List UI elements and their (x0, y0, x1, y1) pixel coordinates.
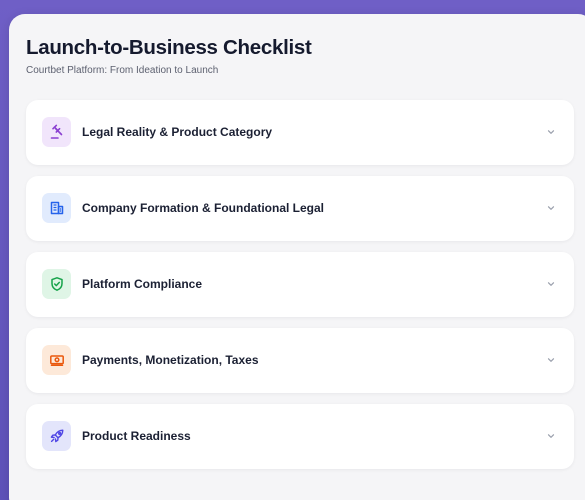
money-icon (42, 345, 71, 375)
building-icon (42, 193, 71, 223)
section-label: Platform Compliance (82, 277, 203, 291)
checklist-card: Launch-to-Business Checklist Courtbet Pl… (9, 14, 585, 500)
section-label: Payments, Monetization, Taxes (82, 353, 259, 367)
shield-check-icon (42, 269, 71, 299)
gavel-icon (42, 117, 71, 147)
section-platform-compliance[interactable]: Platform Compliance (26, 252, 574, 317)
rocket-icon (42, 421, 71, 451)
chevron-down-icon[interactable] (546, 279, 556, 289)
section-label: Legal Reality & Product Category (82, 125, 273, 139)
page-title: Launch-to-Business Checklist (26, 36, 312, 59)
chevron-down-icon[interactable] (546, 203, 556, 213)
page-subtitle: Courtbet Platform: From Ideation to Laun… (26, 65, 219, 76)
chevron-down-icon[interactable] (546, 431, 556, 441)
section-payments[interactable]: Payments, Monetization, Taxes (26, 328, 574, 393)
section-legal-reality[interactable]: Legal Reality & Product Category (26, 100, 574, 165)
chevron-down-icon[interactable] (546, 127, 556, 137)
section-product-readiness[interactable]: Product Readiness (26, 404, 574, 469)
section-label: Product Readiness (82, 429, 191, 443)
section-company-formation[interactable]: Company Formation & Foundational Legal (26, 176, 574, 241)
chevron-down-icon[interactable] (546, 355, 556, 365)
section-label: Company Formation & Foundational Legal (82, 201, 325, 215)
